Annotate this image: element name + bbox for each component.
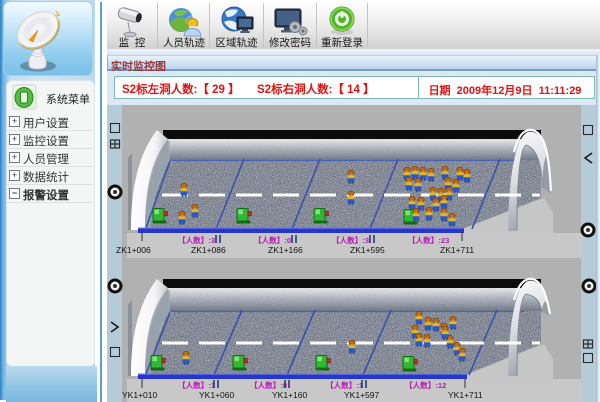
svg-text:ZK1+086: ZK1+086 xyxy=(191,245,226,255)
svg-text:【人数】:12: 【人数】:12 xyxy=(405,380,446,390)
svg-text:【人数】:1: 【人数】:1 xyxy=(178,380,216,390)
svg-text:YK1+711: YK1+711 xyxy=(448,390,483,400)
svg-text:YK1+597: YK1+597 xyxy=(344,390,379,400)
svg-text:ZK1+166: ZK1+166 xyxy=(268,245,303,255)
svg-text:ZK1+711: ZK1+711 xyxy=(440,245,474,255)
svg-text:【人数】:3: 【人数】:3 xyxy=(332,235,369,245)
svg-text:ZK1+595: ZK1+595 xyxy=(350,245,385,255)
svg-text:【人数】:0: 【人数】:0 xyxy=(254,235,291,245)
svg-text:YK1+160: YK1+160 xyxy=(272,390,307,400)
svg-text:【人数】:1: 【人数】:1 xyxy=(326,380,364,390)
svg-text:【人数】:3: 【人数】:3 xyxy=(178,235,215,245)
svg-text:YK1+010: YK1+010 xyxy=(122,390,157,400)
svg-text:【人数】:23: 【人数】:23 xyxy=(408,235,449,245)
svg-text:【人数】:0: 【人数】:0 xyxy=(250,380,287,390)
svg-text:YK1+060: YK1+060 xyxy=(199,390,234,400)
svg-text:ZK1+006: ZK1+006 xyxy=(116,245,151,255)
